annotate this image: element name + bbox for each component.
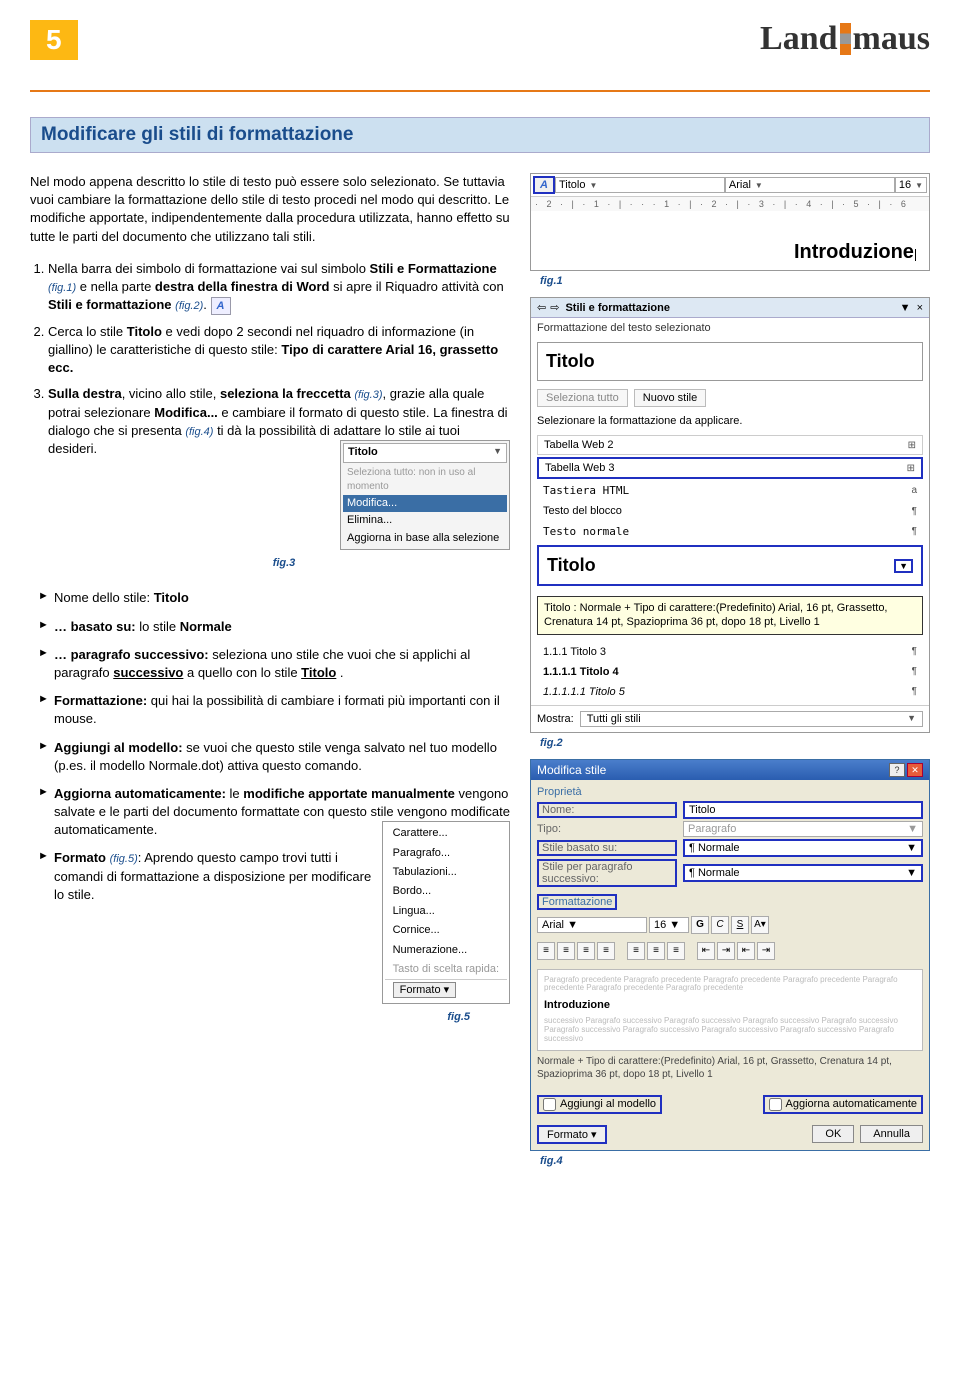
- dialog-title: Modifica stile: [537, 763, 606, 777]
- step-3: Sulla destra, vicino allo stile, selezio…: [48, 385, 510, 571]
- align-right-icon[interactable]: ≡: [577, 942, 595, 960]
- properties-group-label: Proprietà: [537, 786, 923, 798]
- document-heading: Introduzione: [794, 241, 914, 263]
- fig4-label: fig.4: [540, 1155, 930, 1167]
- style-list-item[interactable]: 1.1.1.1 Titolo 4¶: [537, 663, 923, 681]
- steps-list: Nella barra dei simbolo di formattazione…: [30, 260, 510, 572]
- style-description: Normale + Tipo di carattere:(Predefinito…: [537, 1055, 923, 1081]
- styles-button-icon[interactable]: A: [533, 176, 555, 194]
- style-list-item[interactable]: 1.1.1.1.1 Titolo 5¶: [537, 683, 923, 701]
- fig3-modify-item[interactable]: Modifica...: [343, 495, 507, 512]
- bullet-name: Nome dello stile: Titolo: [38, 589, 510, 607]
- align-left-icon[interactable]: ≡: [537, 942, 555, 960]
- help-button-icon[interactable]: ?: [889, 763, 905, 777]
- underline-icon[interactable]: S: [731, 916, 749, 934]
- fig1-label: fig.1: [540, 275, 930, 287]
- align-center-icon[interactable]: ≡: [557, 942, 575, 960]
- italic-icon[interactable]: C: [711, 916, 729, 934]
- fig2-label: fig.2: [540, 737, 930, 749]
- name-field[interactable]: Titolo: [683, 801, 923, 819]
- style-titolo-item[interactable]: Titolo: [547, 555, 596, 576]
- align-justify-icon[interactable]: ≡: [597, 942, 615, 960]
- font-color-icon[interactable]: A▾: [751, 916, 769, 934]
- style-list-item[interactable]: Testo normale¶: [537, 522, 923, 541]
- bullet-list: Nome dello stile: Titolo … basato su: lo…: [30, 589, 510, 1025]
- style-preview: Paragrafo precedente Paragrafo precedent…: [537, 969, 923, 1051]
- bullet-formato: Formato (fig.5): Aprendo questo campo tr…: [38, 849, 510, 1025]
- show-label: Mostra:: [537, 713, 574, 725]
- fig1-screenshot: A Titolo▼ Arial▼ 16▼ · 2 · | · 1 · | · ·…: [530, 173, 930, 271]
- cancel-button[interactable]: Annulla: [860, 1125, 923, 1143]
- style-list-item[interactable]: Tabella Web 3⊞: [537, 457, 923, 479]
- pane-title: Stili e formattazione: [565, 302, 899, 314]
- style-tooltip: Titolo : Normale + Tipo di carattere:(Pr…: [537, 596, 923, 635]
- pane-dropdown-icon[interactable]: ▼: [900, 302, 911, 314]
- pane-subtitle: Formattazione del testo selezionato: [531, 318, 929, 338]
- divider: [30, 90, 930, 92]
- apply-prompt: Selezionare la formattazione da applicar…: [531, 411, 929, 431]
- indent-inc-icon[interactable]: ⇥: [717, 942, 735, 960]
- type-field: Paragrafo▼: [683, 821, 923, 837]
- linespace-icon[interactable]: ≡: [627, 942, 645, 960]
- step-2: Cerca lo stile Titolo e vedi dopo 2 seco…: [48, 323, 510, 378]
- indent-icon[interactable]: ⇥: [757, 942, 775, 960]
- ok-button[interactable]: OK: [812, 1125, 854, 1143]
- dlg-font-field[interactable]: Arial ▼: [537, 917, 647, 933]
- show-selector[interactable]: Tutti gli stili▼: [580, 711, 923, 727]
- close-button-icon[interactable]: ✕: [907, 763, 923, 777]
- bold-icon[interactable]: G: [691, 916, 709, 934]
- style-list-item[interactable]: Tabella Web 2⊞: [537, 435, 923, 455]
- current-style-display: Titolo: [537, 342, 923, 381]
- indent-icon[interactable]: ⇤: [737, 942, 755, 960]
- auto-update-checkbox[interactable]: Aggiorna automaticamente: [763, 1095, 923, 1114]
- format-menu-item[interactable]: Carattere...: [385, 824, 507, 843]
- intro-paragraph: Nel modo appena descritto lo stile di te…: [30, 173, 510, 246]
- bullet-autoupdate: Aggiorna automaticamente: le modifiche a…: [38, 785, 510, 840]
- style-dropdown-arrow[interactable]: ▼: [894, 559, 913, 573]
- linespace-icon[interactable]: ≡: [647, 942, 665, 960]
- style-list-item[interactable]: Tastiera HTMLa: [537, 481, 923, 500]
- formatting-group-label: Formattazione: [537, 894, 617, 910]
- fig3-menu: Titolo▼ Seleziona tutto: non in uso al m…: [340, 440, 510, 550]
- dlg-size-field[interactable]: 16 ▼: [649, 917, 689, 933]
- fig4-dialog: Modifica stile ? ✕ Proprietà Nome: Titolo…: [530, 759, 930, 1151]
- ruler: · 2 · | · 1 · | · · · 1 · | · 2 · | · 3 …: [531, 197, 929, 211]
- brand-logo: Landmaus: [760, 20, 930, 58]
- indent-dec-icon[interactable]: ⇤: [697, 942, 715, 960]
- style-list-item[interactable]: Testo del blocco¶: [537, 502, 923, 520]
- style-selector[interactable]: Titolo▼: [555, 177, 725, 193]
- step-1: Nella barra dei simbolo di formattazione…: [48, 260, 510, 315]
- nextpara-field[interactable]: ¶ Normale▼: [683, 864, 923, 882]
- size-selector[interactable]: 16▼: [895, 177, 927, 193]
- linespace-icon[interactable]: ≡: [667, 942, 685, 960]
- select-all-button[interactable]: Seleziona tutto: [537, 389, 628, 407]
- name-label: Nome:: [537, 802, 677, 818]
- fig5-label: fig.5: [64, 1010, 470, 1025]
- add-to-template-checkbox[interactable]: Aggiungi al modello: [537, 1095, 662, 1114]
- format-dropdown-button[interactable]: Formato ▾: [537, 1125, 607, 1144]
- bullet-formatting: Formattazione: qui hai la possibilità di…: [38, 692, 510, 728]
- basedon-field[interactable]: ¶ Normale▼: [683, 839, 923, 857]
- section-heading: Modificare gli stili di formattazione: [30, 117, 930, 153]
- style-list-item[interactable]: 1.1.1 Titolo 3¶: [537, 643, 923, 661]
- font-selector[interactable]: Arial▼: [725, 177, 895, 193]
- page-number: 5: [30, 20, 78, 60]
- bullet-addtemplate: Aggiungi al modello: se vuoi che questo …: [38, 739, 510, 775]
- styles-toolbar-icon: A: [211, 297, 231, 315]
- basedon-label: Stile basato su:: [537, 840, 677, 856]
- new-style-button[interactable]: Nuovo stile: [634, 389, 706, 407]
- bullet-basedon: … basato su: lo stile Normale: [38, 618, 510, 636]
- fig3-label: fig.3: [58, 556, 510, 571]
- fig2-screenshot: ⇦⇨ Stili e formattazione ▼ × Formattazio…: [530, 297, 930, 733]
- bullet-nextpara: … paragrafo successivo: seleziona uno st…: [38, 646, 510, 682]
- pane-close-icon[interactable]: ×: [917, 302, 923, 314]
- nextpara-label: Stile per paragrafo successivo:: [537, 859, 677, 887]
- type-label: Tipo:: [537, 823, 677, 835]
